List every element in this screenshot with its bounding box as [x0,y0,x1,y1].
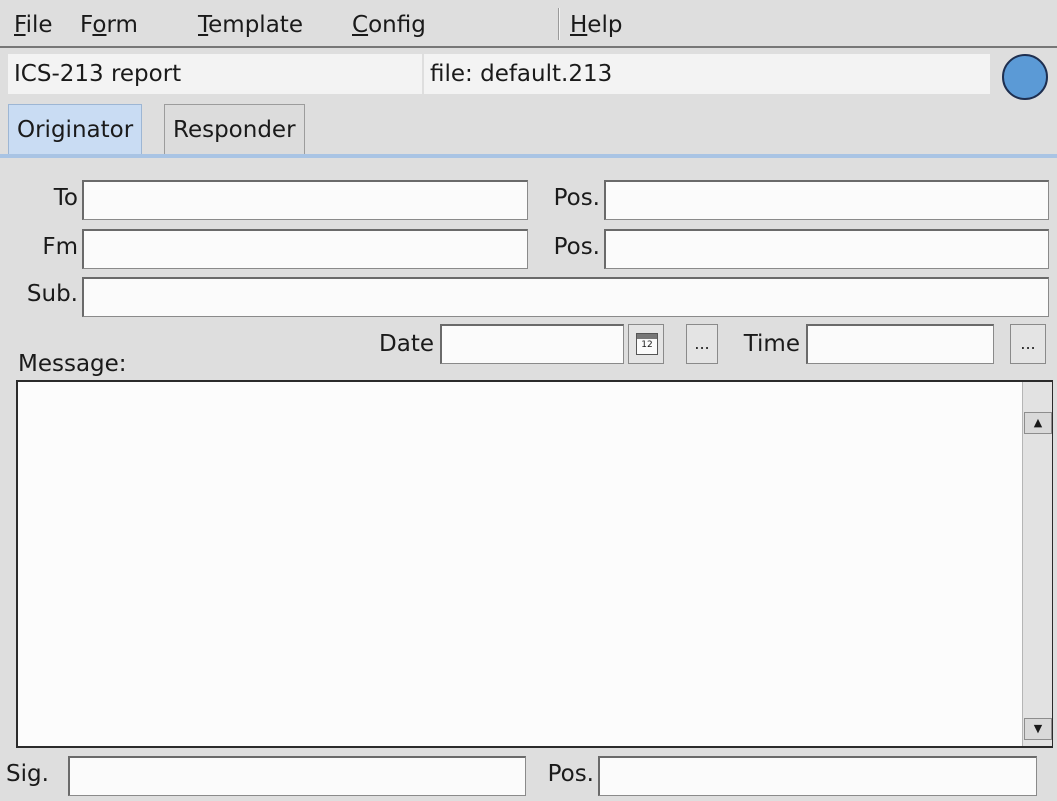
to-input[interactable] [82,180,528,220]
time-label: Time [743,331,800,357]
calendar-icon-day: 12 [641,340,653,350]
date-label: Date [379,331,434,357]
message-label: Message: [18,351,127,377]
menu-help[interactable]: Help [570,10,622,40]
status-indicator-light [1002,54,1048,100]
sig-input[interactable] [68,756,526,796]
fm-label: Fm [42,234,78,260]
sig-pos-input[interactable] [598,756,1037,796]
sub-label: Sub. [26,281,78,307]
time-more-button[interactable]: ... [1010,324,1046,364]
menu-template[interactable]: Template [198,10,303,40]
date-more-button[interactable]: ... [686,324,718,364]
menu-form[interactable]: Form [80,10,138,40]
file-name-box: file: default.213 [424,54,990,94]
date-input[interactable] [440,324,624,364]
calendar-button[interactable]: 12 [628,324,664,364]
menu-bar: File Form Template Config Help [0,0,1057,46]
menu-form-label: Form [80,12,138,38]
fm-pos-label: Pos. [553,234,600,260]
tab-responder[interactable]: Responder [164,104,305,154]
to-pos-input[interactable] [604,180,1049,220]
scroll-up-arrow-icon[interactable]: ▲ [1024,412,1052,434]
menu-help-label: Help [570,12,623,38]
fm-pos-input[interactable] [604,229,1049,269]
message-scrollbar[interactable]: ▲ ▼ [1022,382,1052,746]
message-textarea[interactable] [16,380,1053,748]
sig-label: Sig. [6,761,49,787]
subject-input[interactable] [82,277,1049,317]
fm-input[interactable] [82,229,528,269]
scroll-down-arrow-icon[interactable]: ▼ [1024,718,1052,740]
to-pos-label: Pos. [553,185,600,211]
to-label: To [53,185,78,211]
time-input[interactable] [806,324,994,364]
menu-file-rest: ile [25,12,53,38]
report-title-box: ICS-213 report [8,54,422,94]
calendar-icon: 12 [636,333,658,355]
menu-config-label: Config [352,12,426,38]
menu-bar-divider [0,46,1057,48]
menu-file[interactable]: File [14,10,53,40]
tab-originator[interactable]: Originator [8,104,143,154]
menu-file-mnemonic: F [14,12,26,38]
sig-pos-label: Pos. [547,761,594,787]
menu-template-label: Template [198,12,303,38]
menu-config[interactable]: Config [352,10,426,40]
menu-separator [558,8,560,40]
